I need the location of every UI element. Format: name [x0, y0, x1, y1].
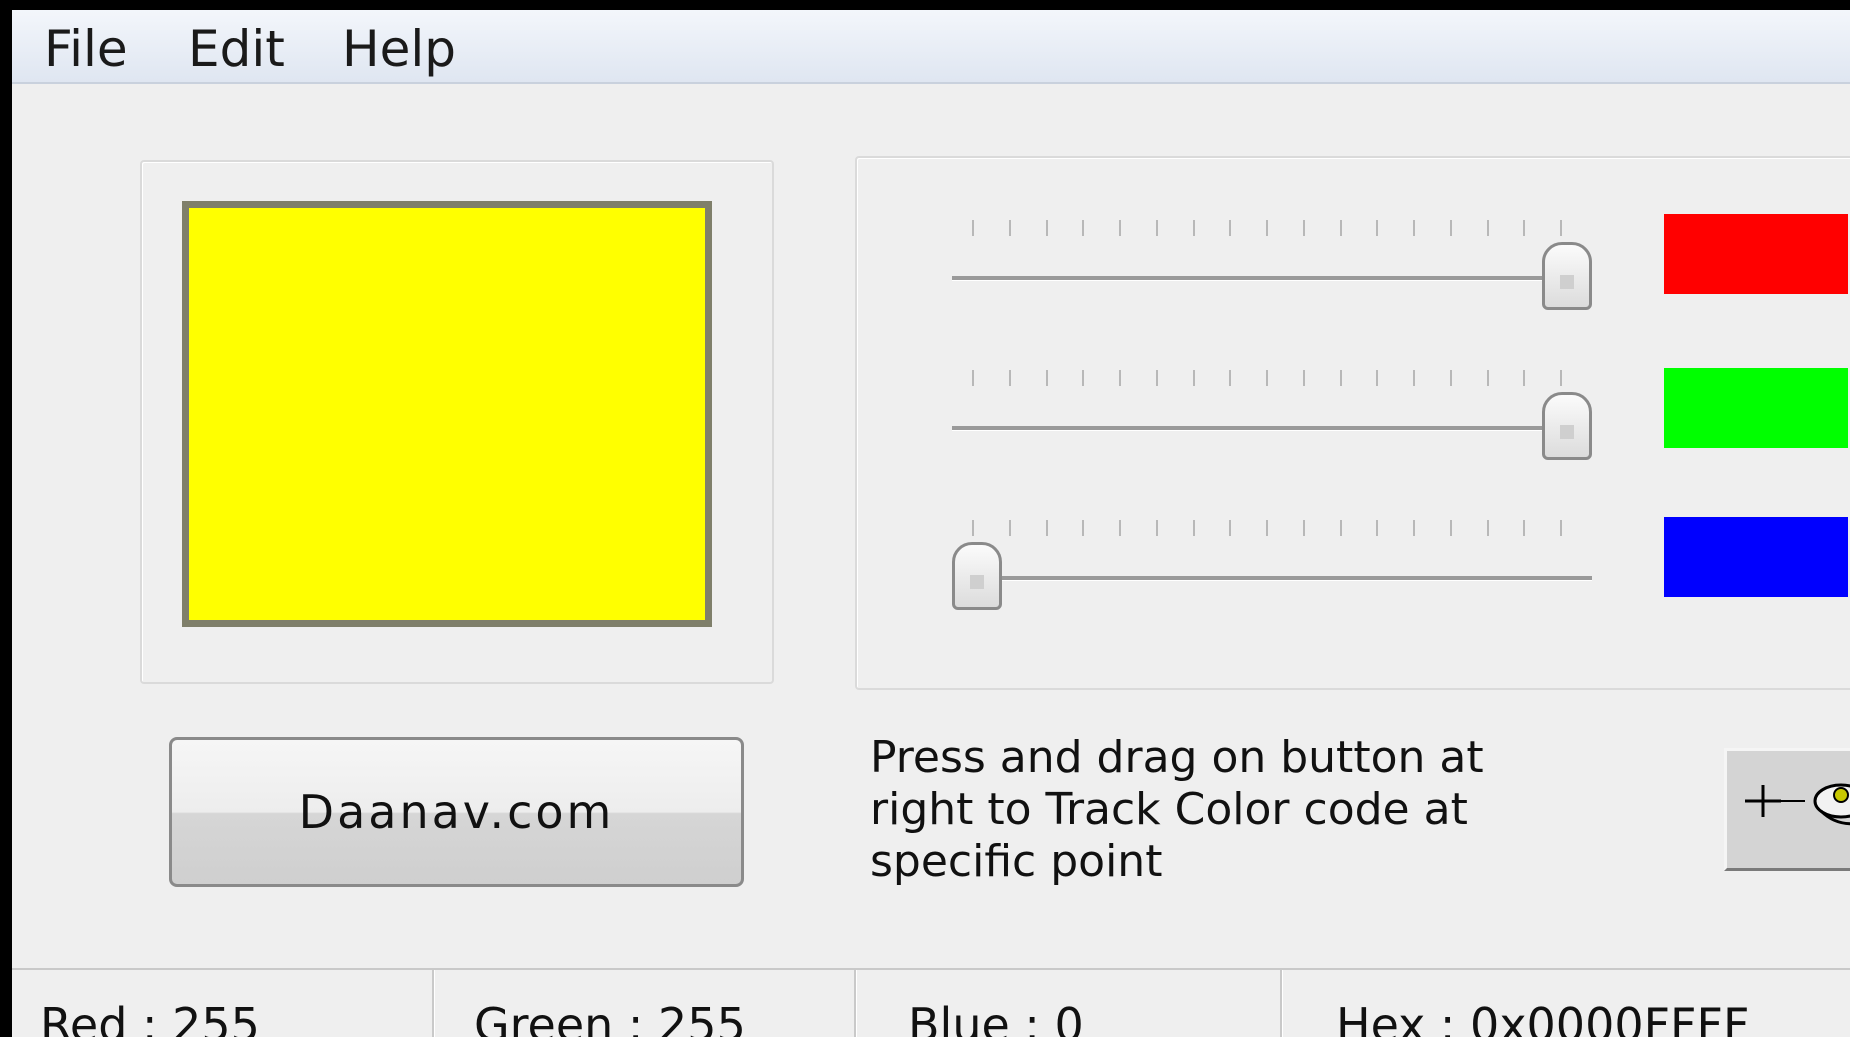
status-cell-blue: Blue : 0 — [856, 970, 1282, 1037]
blue-slider-tick — [1229, 520, 1232, 536]
red-slider-ticks — [972, 220, 1562, 240]
status-cell-red: Red : 255 — [12, 970, 434, 1037]
status-hex-value: Hex : 0x0000FFFF — [1336, 998, 1750, 1037]
blue-slider-tick — [1192, 520, 1195, 536]
blue-slider[interactable] — [937, 520, 1602, 620]
green-slider-tick — [972, 370, 974, 386]
green-slider-tick — [1413, 370, 1415, 386]
blue-slider-tick — [1413, 520, 1415, 536]
green-slider-track — [952, 426, 1592, 431]
red-slider-tick — [1155, 220, 1158, 236]
blue-slider-ticks — [972, 520, 1562, 540]
blue-slider-tick — [1339, 520, 1342, 536]
blue-slider-thumb[interactable] — [952, 542, 1002, 610]
red-slider-tick — [1449, 220, 1452, 236]
red-slider-tick — [1266, 220, 1268, 236]
blue-slider-tick — [972, 520, 974, 536]
blue-slider-tick — [1523, 520, 1526, 536]
status-cell-hex: Hex : 0x0000FFFF — [1282, 970, 1850, 1037]
daanav-link-button[interactable]: Daanav.com — [169, 737, 744, 887]
green-slider-tick — [1486, 370, 1489, 386]
red-slider-tick — [1339, 220, 1342, 236]
red-slider-tick — [1486, 220, 1489, 236]
green-slider-tick — [1339, 370, 1342, 386]
blue-slider-tick — [1560, 520, 1562, 536]
green-slider-tick — [1449, 370, 1452, 386]
green-slider-tick — [1376, 370, 1379, 386]
red-slider-tick — [1560, 220, 1562, 236]
status-blue-value: Blue : 0 — [908, 998, 1084, 1037]
app-window: File Edit Help Daanav.com Press and drag… — [12, 10, 1850, 1037]
blue-slider-track — [952, 576, 1592, 581]
green-slider-ticks — [972, 370, 1562, 390]
green-slider-thumb[interactable] — [1542, 392, 1592, 460]
blue-channel-swatch — [1664, 517, 1848, 597]
green-slider-tick — [1192, 370, 1195, 386]
red-slider-tick — [1302, 220, 1305, 236]
picker-hint-text: Press and drag on button at right to Tra… — [870, 732, 1484, 887]
red-slider-thumb[interactable] — [1542, 242, 1592, 310]
blue-slider-tick — [1449, 520, 1452, 536]
blue-slider-tick — [1486, 520, 1489, 536]
crosshair-eyedropper-icon — [1745, 783, 1850, 826]
green-slider-tick — [1523, 370, 1526, 386]
green-slider-tick — [1266, 370, 1268, 386]
color-preview-swatch — [182, 201, 712, 627]
green-slider-tick — [1560, 370, 1562, 386]
menu-file[interactable]: File — [44, 20, 128, 78]
red-slider-tick — [1082, 220, 1085, 236]
green-channel-swatch — [1664, 368, 1848, 448]
status-green-value: Green : 255 — [474, 998, 746, 1037]
red-slider-tick — [1376, 220, 1379, 236]
red-slider-tick — [1229, 220, 1232, 236]
green-slider-tick — [1008, 370, 1011, 386]
green-slider-tick — [1082, 370, 1085, 386]
green-slider-tick — [1229, 370, 1232, 386]
blue-slider-tick — [1119, 520, 1121, 536]
red-slider-tick — [1045, 220, 1048, 236]
status-red-value: Red : 255 — [40, 998, 260, 1037]
red-slider[interactable] — [937, 220, 1602, 320]
green-slider[interactable] — [937, 370, 1602, 470]
red-slider-tick — [1413, 220, 1415, 236]
red-slider-tick — [1523, 220, 1526, 236]
blue-slider-tick — [1266, 520, 1268, 536]
color-picker-button[interactable] — [1724, 748, 1850, 871]
status-cell-green: Green : 255 — [434, 970, 856, 1037]
menu-edit[interactable]: Edit — [188, 20, 285, 78]
blue-slider-tick — [1302, 520, 1305, 536]
blue-slider-tick — [1082, 520, 1085, 536]
red-slider-track — [952, 276, 1592, 281]
blue-slider-tick — [1008, 520, 1011, 536]
menu-bar: File Edit Help — [12, 10, 1850, 84]
red-slider-tick — [1119, 220, 1121, 236]
green-slider-tick — [1302, 370, 1305, 386]
green-slider-tick — [1119, 370, 1121, 386]
red-slider-tick — [1192, 220, 1195, 236]
status-bar: Red : 255 Green : 255 Blue : 0 Hex : 0x0… — [12, 968, 1850, 1037]
red-slider-tick — [1008, 220, 1011, 236]
blue-slider-tick — [1045, 520, 1048, 536]
blue-slider-tick — [1376, 520, 1379, 536]
red-channel-swatch — [1664, 214, 1848, 294]
green-slider-tick — [1155, 370, 1158, 386]
green-slider-tick — [1045, 370, 1048, 386]
menu-help[interactable]: Help — [342, 20, 456, 78]
red-slider-tick — [972, 220, 974, 236]
blue-slider-tick — [1155, 520, 1158, 536]
